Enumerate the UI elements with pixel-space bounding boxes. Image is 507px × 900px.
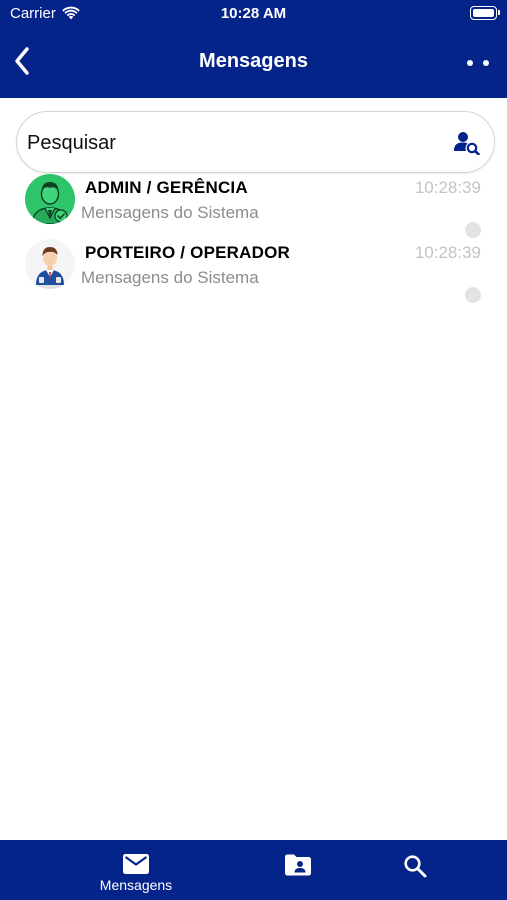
tab-messages[interactable]: Mensagens [86, 840, 186, 900]
conversation-name: ADMIN / GERÊNCIA [85, 178, 248, 197]
conversation-item-admin[interactable]: ADMIN / GERÊNCIA Mensagens do Sistema 10… [0, 172, 507, 238]
dot-icon [483, 60, 489, 66]
search-bar[interactable] [16, 111, 495, 173]
status-time: 10:28 AM [220, 5, 287, 22]
user-search-icon[interactable] [454, 131, 480, 155]
status-bar: Carrier 10:28 AM [0, 0, 507, 28]
unread-indicator [465, 287, 481, 303]
conversation-time: 10:28:39 [414, 178, 481, 197]
conversation-subtitle: Mensagens do Sistema [81, 268, 259, 287]
page-title: Mensagens [199, 50, 308, 72]
unread-indicator [465, 222, 481, 238]
tab-label: Mensagens [99, 877, 173, 893]
battery-icon [470, 6, 500, 20]
admin-avatar [25, 174, 75, 224]
more-options-button[interactable] [467, 56, 489, 70]
conversation-subtitle: Mensagens do Sistema [81, 203, 259, 222]
dot-icon [467, 60, 473, 66]
conversation-name: PORTEIRO / OPERADOR [85, 243, 290, 262]
app-header: Carrier 10:28 AM Mensagens [0, 0, 507, 98]
contacts-folder-icon [285, 854, 311, 876]
conversation-item-porteiro[interactable]: PORTEIRO / OPERADOR Mensagens do Sistema… [0, 237, 507, 303]
bottom-tab-bar: Mensagens [0, 840, 507, 900]
porteiro-avatar [25, 239, 75, 289]
search-icon [404, 855, 427, 878]
search-input[interactable] [27, 130, 427, 156]
envelope-icon [123, 854, 149, 874]
tab-search[interactable] [390, 840, 440, 900]
tab-contacts[interactable] [272, 840, 324, 900]
conversation-time: 10:28:39 [414, 243, 481, 262]
